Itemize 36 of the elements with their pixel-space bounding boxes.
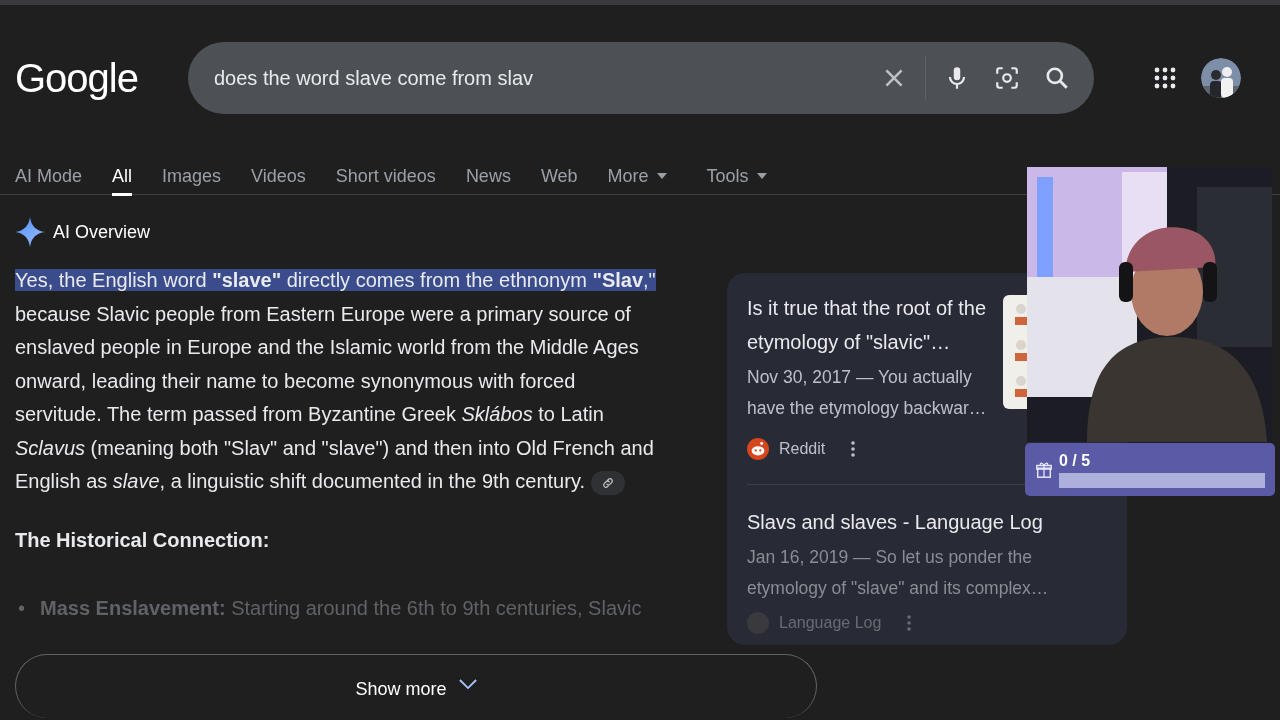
search-tab[interactable]: Web	[540, 156, 578, 196]
search-tab[interactable]: More	[607, 156, 667, 196]
search-tab[interactable]: Videos	[251, 156, 306, 196]
bullet-text: Mass Enslavement: Starting around the 6th to 9th centuries, Slavic	[40, 595, 642, 621]
sparkle-icon	[15, 217, 45, 247]
alien-icon	[747, 438, 769, 460]
link-button[interactable]	[590, 470, 625, 495]
apps-grid-icon[interactable]	[1154, 67, 1176, 89]
search-icon[interactable]	[1044, 65, 1070, 91]
gift-icon	[1035, 460, 1053, 479]
search-tab[interactable]: All	[112, 156, 133, 196]
section-title: AI Overview	[53, 221, 151, 243]
caret-icon[interactable]	[756, 173, 767, 179]
search-tab[interactable]: Tools	[706, 156, 767, 196]
section-heading: The Historical Connection:	[15, 528, 271, 552]
more-options-icon[interactable]	[851, 441, 856, 457]
source-snippet: Jan 16, 2019 — So let us ponder the etymology of "slave" and its complex…	[747, 546, 1050, 600]
source-title[interactable]: Is it true that the root of the etymology of "slavic"…	[747, 291, 1002, 359]
camera-icon[interactable]	[994, 65, 1020, 91]
caret-icon[interactable]	[656, 173, 667, 179]
source-name: Reddit	[779, 440, 826, 458]
search-tab[interactable]: News	[465, 156, 511, 196]
overview-paragraph: Yes, the English word "slave" directly comes from the ethnonym "Slav," because Slavic people from Eastern Europe were a primary source of enslaved people in Europe and the Islamic world from the Middle Ages onward, leading their name to become synonymous with forced servitude. The term passed from Byzantine Greek Sklábos to Latin Sclavus (meaning both "Slav" and "slave") and then into Old French and English as slave, a linguistic shift documented in the 9th century.	[15, 264, 663, 499]
search-tab[interactable]: AI Mode	[15, 156, 83, 196]
goal-count: 0 / 5	[1059, 451, 1092, 470]
source-snippet: Nov 30, 2017 — You actually have the etymology backwar…	[747, 366, 988, 420]
search-tab[interactable]: Short videos	[335, 156, 436, 196]
chevron-down-icon[interactable]	[458, 679, 477, 690]
show-more-button[interactable]: Show more	[15, 654, 817, 718]
bullet-marker: •	[17, 595, 26, 621]
search-field[interactable]: does the word slave come from slav	[188, 42, 1094, 114]
source-name: Language Log	[779, 614, 882, 632]
link-icon[interactable]	[600, 475, 615, 490]
source-title[interactable]: Slavs and slaves - Language Log	[747, 505, 1087, 539]
search-tab[interactable]: Images	[162, 156, 222, 196]
google-logo[interactable]: Google	[15, 55, 188, 101]
